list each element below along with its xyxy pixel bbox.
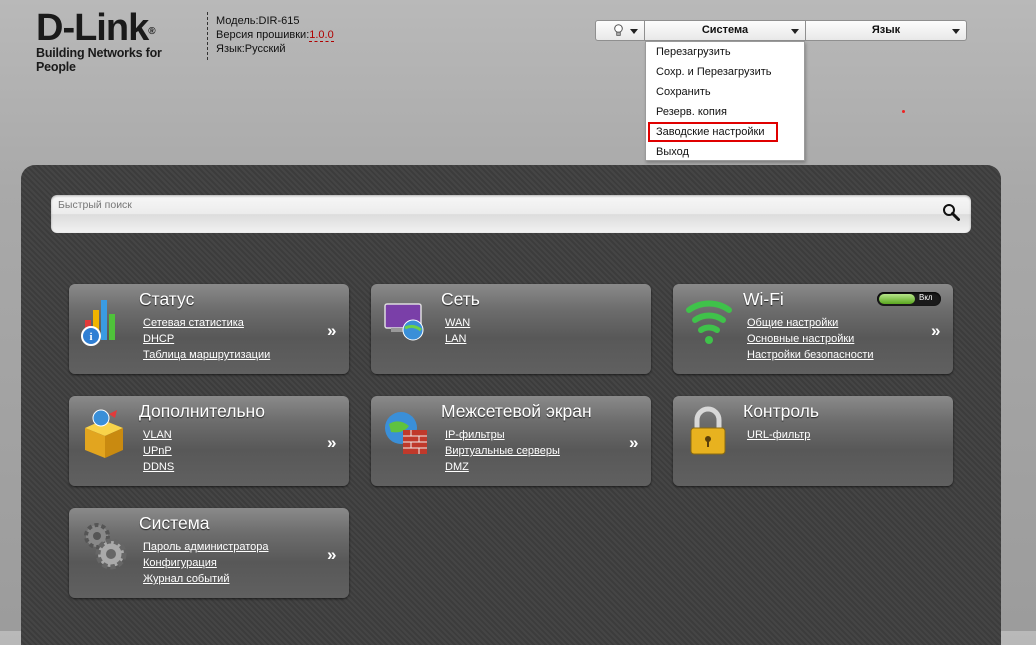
lightbulb-icon	[614, 24, 623, 36]
link-general-settings[interactable]: Общие настройки	[747, 315, 874, 331]
language-value: Русский	[244, 43, 286, 55]
system-menu-button[interactable]: Система	[644, 20, 806, 41]
quick-search-input[interactable]: Быстрый поиск	[51, 195, 971, 233]
status-chart-icon: i	[81, 300, 115, 346]
link-ddns[interactable]: DDNS	[143, 459, 174, 475]
link-virtual-servers[interactable]: Виртуальные серверы	[445, 443, 560, 459]
tile-title: Контроль	[743, 401, 820, 421]
logo-tagline: Building Networks for People	[36, 46, 162, 74]
header-divider	[207, 12, 208, 60]
menu-item-save[interactable]: Сохранить	[646, 82, 804, 102]
firewall-globe-icon	[385, 412, 427, 454]
dlink-logo: D-Link® Building Networks for People	[36, 7, 201, 74]
firmware-label: Версия прошивки:	[216, 29, 310, 41]
link-dmz[interactable]: DMZ	[445, 459, 560, 475]
tile-title: Дополнительно	[139, 401, 265, 421]
network-globe-icon	[384, 303, 424, 341]
notifications-menu-button[interactable]	[595, 20, 645, 41]
tile-status: i Статус Сетевая статистика DHCP Таблица…	[69, 284, 349, 374]
link-url-filter[interactable]: URL-фильтр	[747, 427, 810, 443]
link-event-log[interactable]: Журнал событий	[143, 571, 269, 587]
model-label: Модель:	[216, 15, 259, 27]
model-value: DIR-615	[258, 15, 300, 27]
link-ip-filters[interactable]: IP-фильтры	[445, 427, 560, 443]
language-menu-label: Язык	[871, 24, 901, 36]
tile-title: Межсетевой экран	[441, 401, 592, 421]
tile-expand-arrow[interactable]: »	[629, 433, 638, 453]
search-placeholder: Быстрый поиск	[58, 199, 132, 211]
tile-control: Контроль URL-фильтр	[673, 396, 953, 486]
link-vlan[interactable]: VLAN	[143, 427, 174, 443]
firmware-version-link[interactable]: 1.0.0	[309, 29, 334, 42]
system-menu-label: Система	[701, 24, 749, 36]
menu-item-reboot[interactable]: Перезагрузить	[646, 42, 804, 62]
tile-title: Сеть	[441, 289, 480, 309]
link-lan[interactable]: LAN	[445, 331, 470, 347]
link-upnp[interactable]: UPnP	[143, 443, 174, 459]
logo-text: D-Link	[36, 7, 149, 49]
tile-expand-arrow[interactable]: »	[327, 321, 336, 341]
tile-wifi: Wi-Fi Вкл Общие настройки Основные настр…	[673, 284, 953, 374]
tile-title: Wi-Fi	[743, 289, 784, 309]
marker-dot	[902, 110, 905, 113]
link-dhcp[interactable]: DHCP	[143, 331, 270, 347]
tile-title: Система	[139, 513, 210, 533]
link-security-settings[interactable]: Настройки безопасности	[747, 347, 874, 363]
tile-expand-arrow[interactable]: »	[327, 433, 336, 453]
menu-item-backup[interactable]: Резерв. копия	[646, 102, 804, 122]
search-icon[interactable]	[942, 203, 960, 221]
gears-icon	[84, 523, 127, 570]
svg-text:i: i	[89, 331, 92, 343]
tile-expand-arrow[interactable]: »	[327, 545, 336, 565]
toggle-knob	[879, 294, 915, 304]
device-info: Модель:DIR-615 Версия прошивки:1.0.0 Язы…	[216, 14, 334, 56]
tile-system: Система Пароль администратора Конфигурац…	[69, 508, 349, 598]
link-wan[interactable]: WAN	[445, 315, 470, 331]
toggle-label: Вкл	[919, 293, 933, 302]
system-dropdown-menu: Перезагрузить Сохр. и Перезагрузить Сохр…	[645, 41, 805, 161]
chevron-down-icon	[630, 29, 638, 34]
language-label: Язык:	[216, 43, 245, 55]
link-basic-settings[interactable]: Основные настройки	[747, 331, 874, 347]
chevron-down-icon	[791, 29, 799, 34]
wifi-toggle-switch[interactable]: Вкл	[877, 292, 941, 306]
main-panel: Быстрый поиск i Статус Сетевая статистик…	[21, 165, 1001, 645]
advanced-box-icon	[85, 409, 123, 458]
chevron-down-icon	[952, 29, 960, 34]
tile-expand-arrow[interactable]: »	[931, 321, 940, 341]
logo-registered-mark: ®	[148, 26, 155, 37]
wifi-icon	[686, 300, 732, 344]
menu-item-save-reboot[interactable]: Сохр. и Перезагрузить	[646, 62, 804, 82]
tile-network: Сеть WAN LAN	[371, 284, 651, 374]
link-admin-password[interactable]: Пароль администратора	[143, 539, 269, 555]
menu-item-logout[interactable]: Выход	[646, 142, 804, 162]
tile-title: Статус	[139, 289, 195, 309]
language-menu-button[interactable]: Язык	[805, 20, 967, 41]
menu-item-factory-reset[interactable]: Заводские настройки	[648, 122, 778, 142]
tile-firewall: Межсетевой экран IP-фильтры Виртуальные …	[371, 396, 651, 486]
link-network-statistics[interactable]: Сетевая статистика	[143, 315, 270, 331]
link-routing-table[interactable]: Таблица маршрутизации	[143, 347, 270, 363]
link-configuration[interactable]: Конфигурация	[143, 555, 269, 571]
tile-advanced: Дополнительно VLAN UPnP DDNS »	[69, 396, 349, 486]
padlock-icon	[690, 406, 726, 455]
